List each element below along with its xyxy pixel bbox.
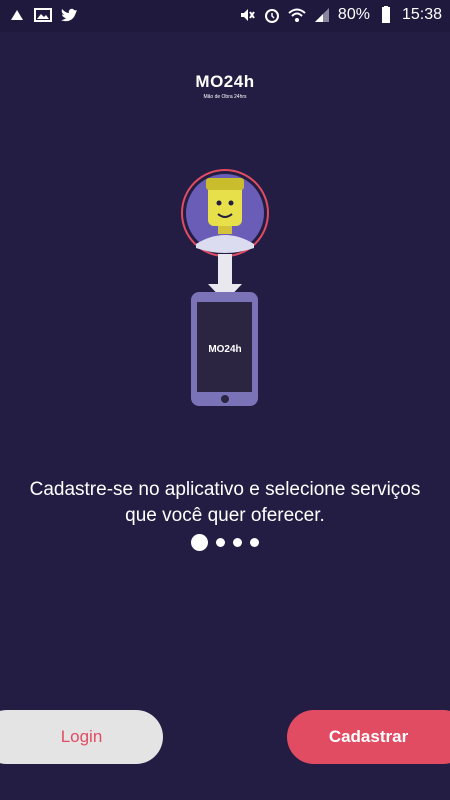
page-dot-1[interactable] [191,534,208,551]
logo-subtitle: Mão de Obra 24hrs [203,94,247,100]
phone-logo: MO24h [208,344,241,355]
battery-percent: 80% [337,6,370,23]
notification-icon [8,6,26,24]
image-icon [34,6,52,24]
phone-icon: MO24h [191,292,258,406]
avatar-icon [181,169,269,257]
twitter-icon [60,6,78,24]
wifi-icon [288,6,306,24]
alarm-icon [263,6,281,24]
mute-icon [238,6,256,24]
status-left-icons [8,6,78,24]
page-dot-2[interactable] [216,538,225,547]
caption-line-2: que você quer oferecer. [125,505,325,526]
cadastrar-button[interactable]: Cadastrar [287,710,450,764]
onboarding-illustration: MO24h [0,160,450,420]
login-button[interactable]: Login [0,710,163,764]
battery-icon [377,6,395,24]
clock: 15:38 [401,6,442,23]
page-dot-4[interactable] [250,538,259,547]
page-indicator [0,534,450,551]
login-button-label: Login [60,727,103,746]
onboarding-caption: Cadastre-se no aplicativo e selecione se… [10,477,440,529]
signal-icon [313,6,331,24]
app-logo: MO24h Mão de Obra 24hrs [0,72,450,100]
caption-line-1: Cadastre-se no aplicativo e selecione se… [29,479,421,500]
cadastrar-button-label: Cadastrar [328,727,409,746]
status-bar: 80% 15:38 [0,0,450,32]
logo-text: MO24h [195,72,255,91]
status-right-icons: 80% 15:38 [238,6,442,24]
page-dot-3[interactable] [233,538,242,547]
